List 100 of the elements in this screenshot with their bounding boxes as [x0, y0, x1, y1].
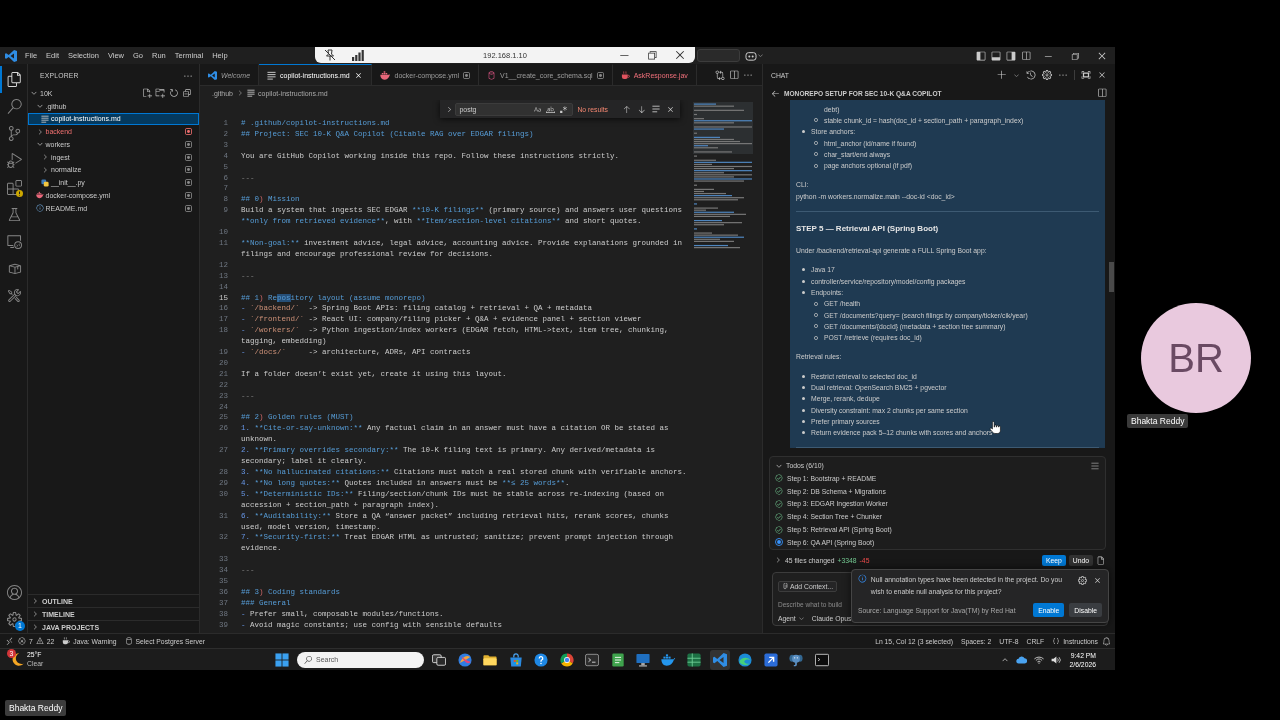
- hollow-bullet-icon: [814, 163, 818, 168]
- arrow-tile-icon: [763, 652, 778, 667]
- robot-face-icon[interactable]: [745, 50, 757, 61]
- signal-bars-icon: [352, 49, 364, 61]
- whale-icon: [379, 70, 391, 80]
- pin-off-icon[interactable]: [324, 49, 336, 61]
- bullet-icon: [801, 386, 805, 389]
- spreadsheet-icon: [687, 652, 701, 667]
- info-icon: [858, 574, 867, 583]
- restore-icon[interactable]: [646, 49, 658, 61]
- speaker-icon[interactable]: [1050, 655, 1061, 664]
- lines-file-icon: [41, 114, 49, 123]
- settings-icon[interactable]: [1042, 70, 1052, 80]
- account-icon[interactable]: [7, 585, 22, 600]
- hollow-bullet-icon: [814, 313, 818, 317]
- swirl-icon: [457, 652, 472, 667]
- shopping-bag-icon: [508, 652, 523, 667]
- hollow-bullet-icon: [814, 152, 818, 157]
- close-icon[interactable]: [353, 70, 363, 80]
- wifi-icon[interactable]: [1033, 655, 1044, 664]
- lines-file-icon: [247, 89, 256, 97]
- ribbon-logo-icon: [5, 49, 17, 62]
- lines-file-icon: [267, 70, 277, 80]
- overlapping-windows-icon: [432, 652, 446, 667]
- close-icon[interactable]: [1093, 576, 1102, 585]
- extensions-icon[interactable]: [7, 180, 22, 195]
- start-menu-icon[interactable]: [275, 652, 289, 667]
- remote-icon[interactable]: [5, 636, 14, 646]
- paperclip-icon: [782, 583, 788, 590]
- refresh-icon[interactable]: [168, 88, 179, 99]
- files-icon[interactable]: [7, 72, 22, 87]
- bullet-icon: [801, 268, 805, 272]
- step-heading: STEP 5 — Retrieval API (Spring Boot): [796, 222, 940, 235]
- question-circle-icon: [534, 652, 548, 667]
- bullet-icon: [801, 279, 805, 283]
- close-icon[interactable]: [674, 49, 686, 61]
- ribbon-logo-icon: [208, 70, 217, 80]
- settings-icon[interactable]: [1078, 576, 1087, 585]
- regex-icon[interactable]: [559, 104, 569, 114]
- bullet-icon: [801, 431, 805, 435]
- bullet-icon: [801, 397, 805, 401]
- hollow-bullet-icon: [814, 118, 818, 123]
- bullet-icon: [801, 408, 805, 412]
- close-icon[interactable]: [1096, 50, 1107, 61]
- ribbon-logo-icon: [712, 652, 727, 667]
- tools-icon[interactable]: [7, 288, 22, 303]
- hollow-bullet-icon: [814, 141, 818, 146]
- list-icon[interactable]: [1091, 461, 1099, 470]
- tricolor-circle-icon: [559, 652, 574, 667]
- bullet-icon: [801, 290, 805, 294]
- cup-icon: [620, 70, 630, 80]
- braces-icon: [1052, 637, 1061, 645]
- split-editor-icon[interactable]: [729, 69, 739, 80]
- restore-icon[interactable]: [1069, 50, 1080, 61]
- participant-name: Bhakta Reddy: [1127, 414, 1189, 428]
- package-icon[interactable]: [7, 261, 22, 276]
- database-icon: [124, 637, 133, 645]
- chevron-right-icon[interactable]: [445, 104, 454, 114]
- new-file-icon[interactable]: [141, 88, 152, 99]
- scrollbar-thumb[interactable]: [1109, 262, 1114, 292]
- split-layout-icon[interactable]: [1021, 50, 1031, 61]
- maximize-icon[interactable]: [1081, 70, 1091, 80]
- compare-icon[interactable]: [715, 69, 725, 80]
- console-icon: [814, 652, 829, 667]
- two-tone-squares-icon: [41, 178, 49, 187]
- split-panel-icon[interactable]: [1097, 88, 1107, 98]
- monitor-icon[interactable]: [7, 234, 22, 249]
- elephant-head-icon: [789, 652, 803, 667]
- whale-icon: [35, 191, 44, 200]
- plus-icon[interactable]: [997, 70, 1007, 80]
- run-debug-icon[interactable]: [7, 153, 22, 168]
- close-icon[interactable]: [666, 104, 675, 114]
- cloud-icon[interactable]: [1015, 655, 1027, 664]
- branch-icon[interactable]: [7, 126, 22, 141]
- close-icon[interactable]: [1097, 70, 1107, 80]
- flask-icon[interactable]: [7, 207, 22, 222]
- history-icon[interactable]: [1026, 70, 1036, 80]
- hollow-bullet-icon: [814, 301, 818, 306]
- participant-name: Bhakta Reddy: [5, 700, 67, 716]
- chevron-down-icon: [797, 615, 805, 622]
- monitor-icon: [636, 652, 650, 667]
- bullet-icon: [801, 130, 805, 134]
- command-center-field[interactable]: [697, 49, 740, 62]
- cup-icon: [62, 637, 71, 645]
- hollow-bullet-icon: [814, 335, 818, 340]
- avatar: BR: [1141, 303, 1251, 413]
- search-icon: [304, 655, 312, 664]
- notepad-icon: [610, 652, 625, 667]
- hollow-bullet-icon: [814, 324, 818, 329]
- search-icon[interactable]: [7, 99, 22, 114]
- bullet-icon: [801, 374, 805, 378]
- terminal-icon: [585, 652, 599, 667]
- warning-icon: [35, 637, 44, 645]
- lines-icon[interactable]: [652, 105, 660, 113]
- whale-icon: [661, 653, 676, 666]
- chevron-down-icon[interactable]: [757, 52, 764, 59]
- collapse-all-icon[interactable]: [182, 88, 192, 99]
- wave-icon: [738, 652, 752, 667]
- bullet-icon: [801, 419, 805, 423]
- bell-icon[interactable]: [1102, 636, 1111, 646]
